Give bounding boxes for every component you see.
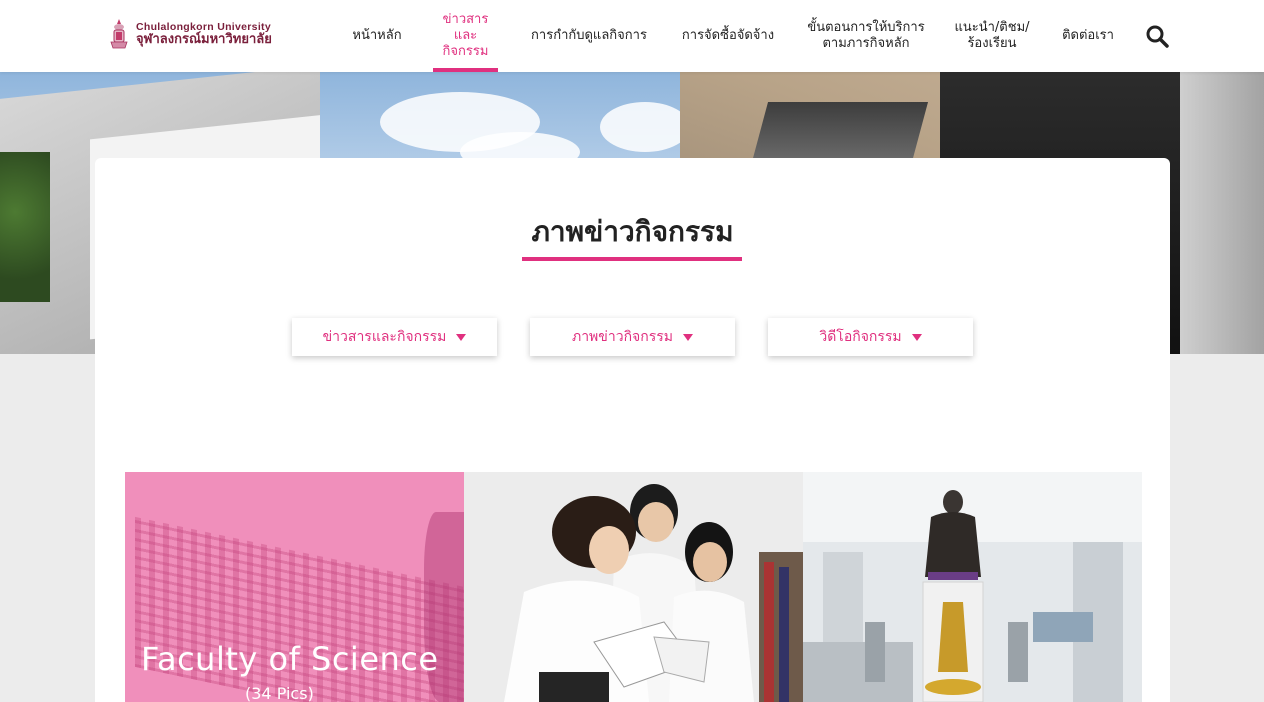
caret-down-icon (456, 333, 467, 341)
logo-name-th: จุฬาลงกรณ์มหาวิทยาลัย (136, 31, 272, 47)
nav-label: แนะนำ/ติชม/ ร้องเรียน (954, 19, 1030, 51)
photo-gallery: Faculty of Science (34 Pics) (125, 472, 1142, 702)
nav-item-governance[interactable]: การกำกับดูแลกิจการ (528, 0, 650, 72)
filter-photos-dropdown[interactable]: ภาพข่าวกิจกรรม (530, 318, 735, 356)
filter-label: ข่าวสารและกิจกรรม (322, 329, 447, 345)
filter-news-dropdown[interactable]: ข่าวสารและกิจกรรม (292, 318, 497, 356)
gallery-tile-title: Faculty of Science (141, 640, 439, 678)
caret-down-icon (683, 333, 694, 341)
nav-label: ขั้นตอนการให้บริการ ตามภารกิจหลัก (807, 19, 925, 51)
nav-label: ติดต่อเรา (1062, 27, 1114, 43)
gallery-tile-count: (34 Pics) (245, 684, 314, 702)
nav-label: การจัดซื้อจัดจ้าง (681, 27, 775, 43)
nav-item-home[interactable]: หน้าหลัก (350, 0, 404, 72)
gallery-tile-students[interactable] (464, 472, 803, 702)
nav-item-contact[interactable]: ติดต่อเรา (1058, 0, 1118, 72)
statue-photo (803, 472, 1142, 702)
nav-label: หน้าหลัก (352, 27, 402, 43)
nav-item-procurement[interactable]: การจัดซื้อจัดจ้าง (678, 0, 778, 72)
filter-label: วิดีโอกิจกรรม (819, 329, 902, 345)
nav-item-services[interactable]: ขั้นตอนการให้บริการ ตามภารกิจหลัก (806, 0, 926, 72)
page-title: ภาพข่าวกิจกรรม (531, 215, 734, 248)
university-logo[interactable]: Chulalongkorn University จุฬาลงกรณ์มหาวิ… (108, 18, 272, 50)
search-icon[interactable] (1145, 24, 1169, 48)
caret-down-icon (911, 333, 922, 341)
filter-label: ภาพข่าวกิจกรรม (571, 329, 674, 345)
gallery-tile-statue[interactable] (803, 472, 1142, 702)
gallery-tile-faculty-of-science[interactable]: Faculty of Science (34 Pics) (125, 472, 464, 702)
nav-item-feedback[interactable]: แนะนำ/ติชม/ ร้องเรียน (952, 0, 1032, 72)
nav-label: ข่าวสารและ กิจกรรม (442, 11, 489, 60)
university-seal-icon (110, 19, 128, 49)
title-underline (522, 257, 742, 261)
filter-videos-dropdown[interactable]: วิดีโอกิจกรรม (768, 318, 973, 356)
nav-label: การกำกับดูแลกิจการ (531, 27, 647, 43)
students-photo (464, 472, 803, 702)
site-header: Chulalongkorn University จุฬาลงกรณ์มหาวิ… (0, 0, 1264, 72)
nav-item-news[interactable]: ข่าวสารและ กิจกรรม (433, 0, 498, 72)
